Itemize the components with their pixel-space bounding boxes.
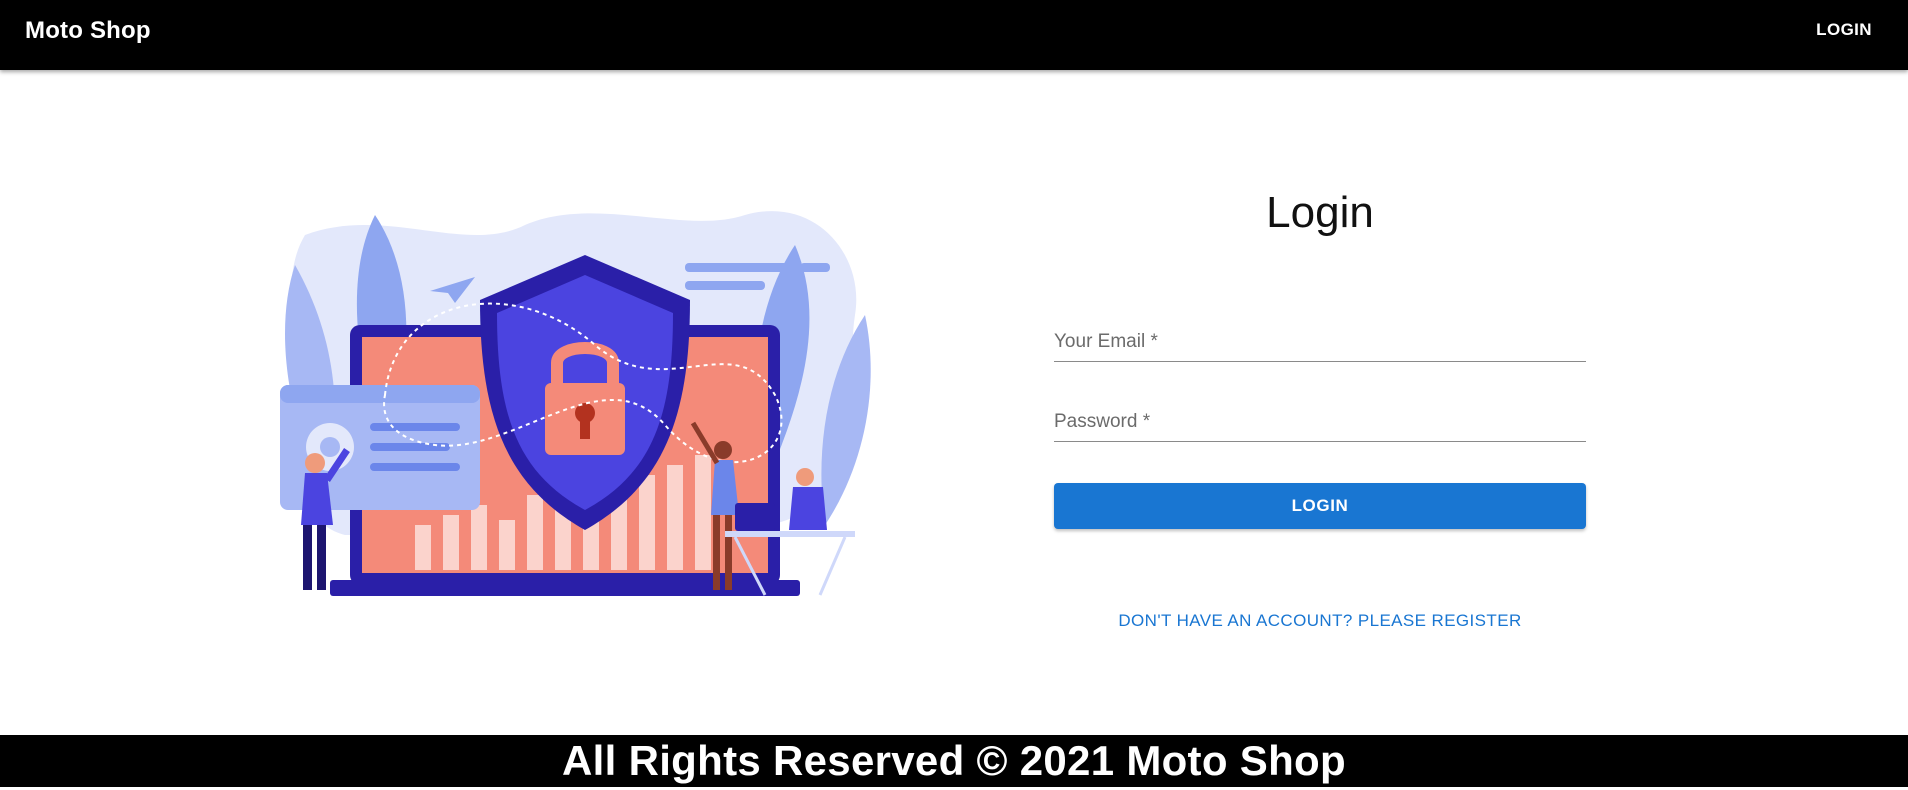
security-illustration-graphic [280,211,871,596]
register-link[interactable]: DON'T HAVE AN ACCOUNT? PLEASE REGISTER [1054,611,1586,631]
login-submit-button[interactable]: LOGIN [1054,483,1586,529]
email-input[interactable] [1054,322,1586,361]
login-title: Login [1266,188,1374,237]
password-input[interactable] [1054,402,1586,441]
brand-title[interactable]: Moto Shop [25,17,151,45]
password-field[interactable]: Password * [1054,402,1586,442]
footer: All Rights Reserved © 2021 Moto Shop [0,735,1908,787]
nav-login-button[interactable]: LOGIN [1816,20,1872,40]
footer-text: All Rights Reserved © 2021 Moto Shop [562,737,1346,784]
email-field[interactable]: Your Email * [1054,322,1586,362]
security-illustration [265,195,895,615]
app-bar: Moto Shop LOGIN [0,0,1908,70]
